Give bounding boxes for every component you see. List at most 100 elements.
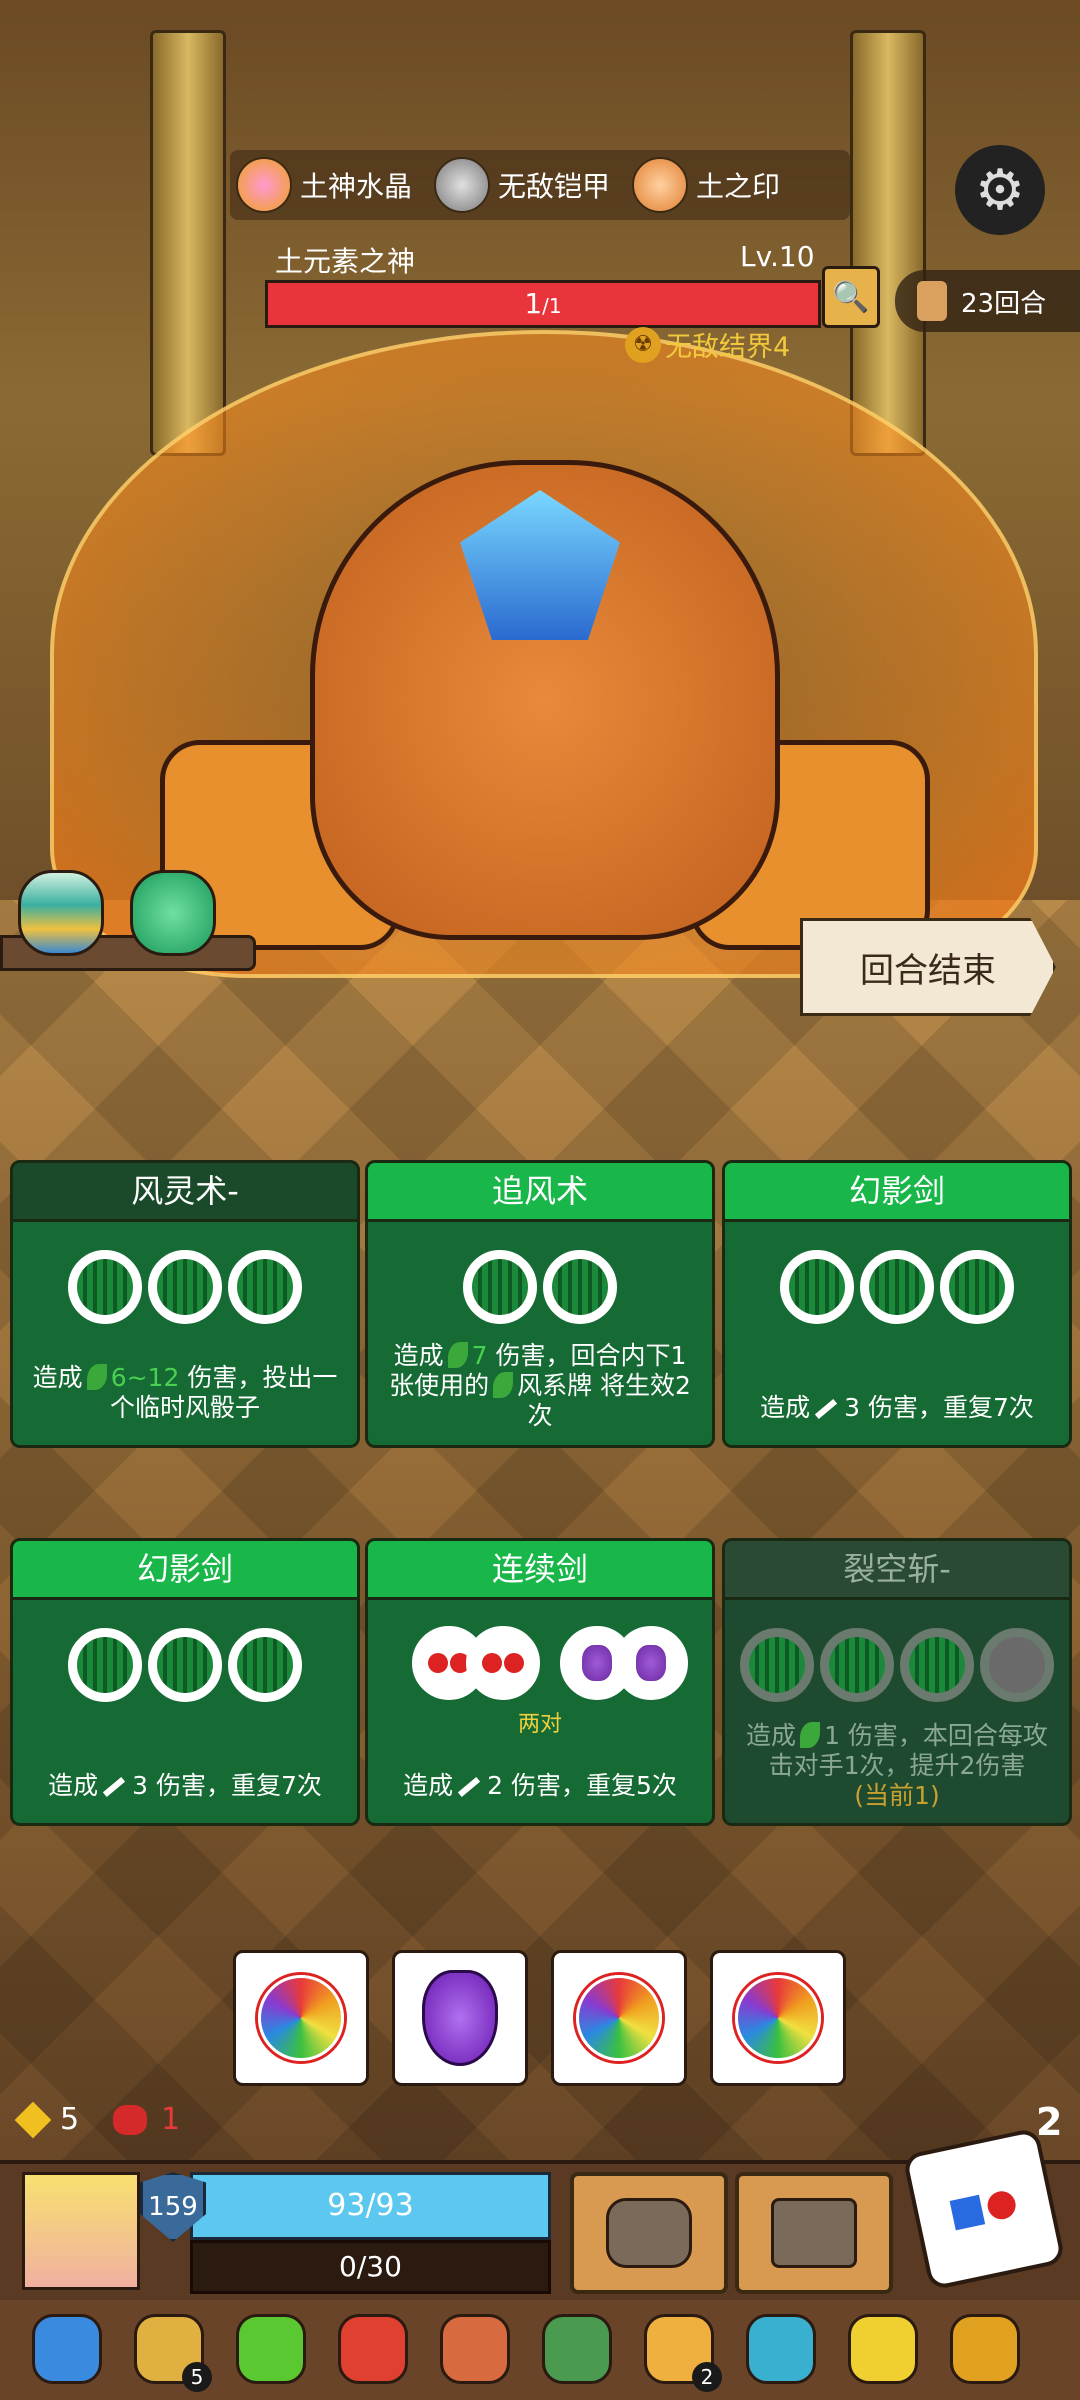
mask-icon: [606, 2198, 692, 2268]
scroll-icon: [917, 281, 947, 321]
earth-seal-icon: [632, 157, 689, 213]
rainbow-potion[interactable]: [18, 870, 104, 956]
item-count: 2: [692, 2362, 722, 2392]
item-tray: 5 2: [0, 2300, 1080, 2400]
dice-slot[interactable]: [68, 1250, 142, 1324]
card-title: 风灵术-: [10, 1160, 360, 1222]
card-title: 连续剑: [365, 1538, 715, 1600]
left-pillar: [150, 30, 226, 456]
dice-slot[interactable]: [543, 1250, 617, 1324]
item-count: 5: [182, 2362, 212, 2392]
sword-icon: [457, 1776, 481, 1798]
energy-icon: [14, 2101, 52, 2138]
card-title: 裂空斩-: [722, 1538, 1072, 1600]
dice-slot[interactable]: [980, 1628, 1054, 1702]
card-phantom-sword[interactable]: 幻影剑 造成 3 伤害，重复7次: [722, 1160, 1072, 1448]
sword-icon: [102, 1776, 126, 1798]
gear-icon: ⚙: [974, 157, 1026, 223]
boss-hp-bar: 1/1: [265, 280, 821, 328]
item-meat-leg[interactable]: [432, 2306, 518, 2392]
equipment-slot-mask[interactable]: [570, 2172, 728, 2294]
dice-slot[interactable]: [900, 1628, 974, 1702]
card-description: 造成 2 伤害，重复5次: [403, 1771, 677, 1800]
rainbow-swirl-icon: [735, 1975, 821, 2061]
card-title: 追风术: [365, 1160, 715, 1222]
card-title: 幻影剑: [722, 1160, 1072, 1222]
item-fire-sword[interactable]: [330, 2306, 416, 2392]
swirl-cube-icon: [771, 2198, 857, 2268]
dice-slot[interactable]: [148, 1628, 222, 1702]
relic-bar: 土神水晶 无敌铠甲 土之印: [230, 150, 850, 220]
invincible-armor-icon: [434, 157, 491, 213]
relic-invincible-armor[interactable]: 无敌铠甲: [434, 150, 610, 220]
card-description: 造成 1 伤害，本回合每攻击对手1次，提升2伤害 (当前1): [746, 1721, 1048, 1810]
card-description: 造成 3 伤害，重复7次: [760, 1393, 1034, 1422]
card-title: 幻影剑: [10, 1538, 360, 1600]
dice-slot[interactable]: [860, 1250, 934, 1324]
blue-face-icon: [949, 2194, 986, 2231]
grape-slot[interactable]: [614, 1626, 688, 1700]
dice-slot[interactable]: [780, 1250, 854, 1324]
wind-icon: [800, 1722, 821, 1748]
card-chase-wind[interactable]: 追风术 造成 7 伤害，回合内下1张使用的 风系牌 将生效2次: [365, 1160, 715, 1448]
card-combo-sword[interactable]: 连续剑 两对 造成 2 伤害，重复5次: [365, 1538, 715, 1826]
player-avatar[interactable]: [22, 2172, 140, 2290]
green-vase-potion[interactable]: [130, 870, 216, 956]
dice-slot[interactable]: [68, 1628, 142, 1702]
card-wind-spirit[interactable]: 风灵术- 造成 6~12 伤害，投出一个临时风骰子: [10, 1160, 360, 1448]
pair-slots: [368, 1626, 712, 1700]
dice-slot[interactable]: [940, 1250, 1014, 1324]
rage-fist-icon: [113, 2104, 148, 2135]
wind-icon: [447, 1342, 468, 1368]
dice-slots: [725, 1628, 1069, 1702]
dice-grapes[interactable]: [392, 1950, 528, 2086]
crown-icon: [848, 2314, 918, 2384]
item-golden-cross[interactable]: [942, 2306, 1028, 2392]
item-coin-bag[interactable]: 2: [636, 2306, 722, 2392]
barrier-status-icon: ☢: [625, 326, 661, 363]
item-crown[interactable]: [840, 2306, 926, 2392]
card-description: 造成 7 伤害，回合内下1张使用的 风系牌 将生效2次: [389, 1341, 691, 1430]
boss-name: 土元素之神: [275, 245, 416, 278]
dice-slot[interactable]: [148, 1250, 222, 1324]
boss-hp-max: /1: [542, 294, 562, 318]
card-sky-rend[interactable]: 裂空斩- 造成 1 伤害，本回合每攻击对手1次，提升2伤害 (当前1): [722, 1538, 1072, 1826]
cherry-slot[interactable]: [466, 1626, 540, 1700]
dice-slot[interactable]: [820, 1628, 894, 1702]
item-moon-blade[interactable]: [24, 2306, 110, 2392]
card-description: 造成 6~12 伤害，投出一个临时风骰子: [32, 1363, 338, 1422]
meat-leg-icon: [440, 2314, 510, 2384]
card-phantom-sword[interactable]: 幻影剑 造成 3 伤害，重复7次: [10, 1538, 360, 1826]
dice-rainbow[interactable]: [551, 1950, 687, 2086]
item-sapphire-ring[interactable]: 5: [126, 2306, 212, 2392]
dice-slots: [13, 1250, 357, 1324]
moon-blade-icon: [32, 2314, 102, 2384]
dice-slot[interactable]: [228, 1250, 302, 1324]
dice-rainbow[interactable]: [233, 1950, 369, 2086]
relic-earth-crystal[interactable]: 土神水晶: [236, 150, 412, 220]
earth-crystal-icon: [236, 157, 292, 213]
inspect-boss-button[interactable]: 🔍: [822, 266, 880, 328]
rainbow-swirl-icon: [576, 1975, 662, 2061]
boss-status-effect[interactable]: ☢ 无敌结界4: [625, 325, 790, 364]
boss-hp-current: 1: [524, 287, 543, 320]
card-description: 造成 3 伤害，重复7次: [48, 1771, 322, 1800]
dice-slot[interactable]: [463, 1250, 537, 1324]
settings-button[interactable]: ⚙: [955, 145, 1045, 235]
item-pumpkin-shield[interactable]: [738, 2306, 824, 2392]
golden-cross-icon: [950, 2314, 1020, 2384]
status-label: 无敌结界4: [665, 332, 791, 363]
end-turn-button[interactable]: 回合结束: [800, 918, 1056, 1016]
dice-slots: [725, 1250, 1069, 1324]
dice-slot[interactable]: [740, 1628, 814, 1702]
roll-dice-button[interactable]: [902, 2127, 1066, 2291]
player-xp-bar: 0/30: [190, 2240, 551, 2294]
dice-slot[interactable]: [228, 1628, 302, 1702]
relic-earth-seal[interactable]: 土之印: [632, 150, 780, 220]
dice-rainbow[interactable]: [710, 1950, 846, 2086]
item-green-potion[interactable]: [228, 2306, 314, 2392]
item-turtle-shell[interactable]: [534, 2306, 620, 2392]
turtle-shell-icon: [542, 2314, 612, 2384]
sword-icon: [814, 1398, 838, 1420]
equipment-slot-cube[interactable]: [735, 2172, 893, 2294]
